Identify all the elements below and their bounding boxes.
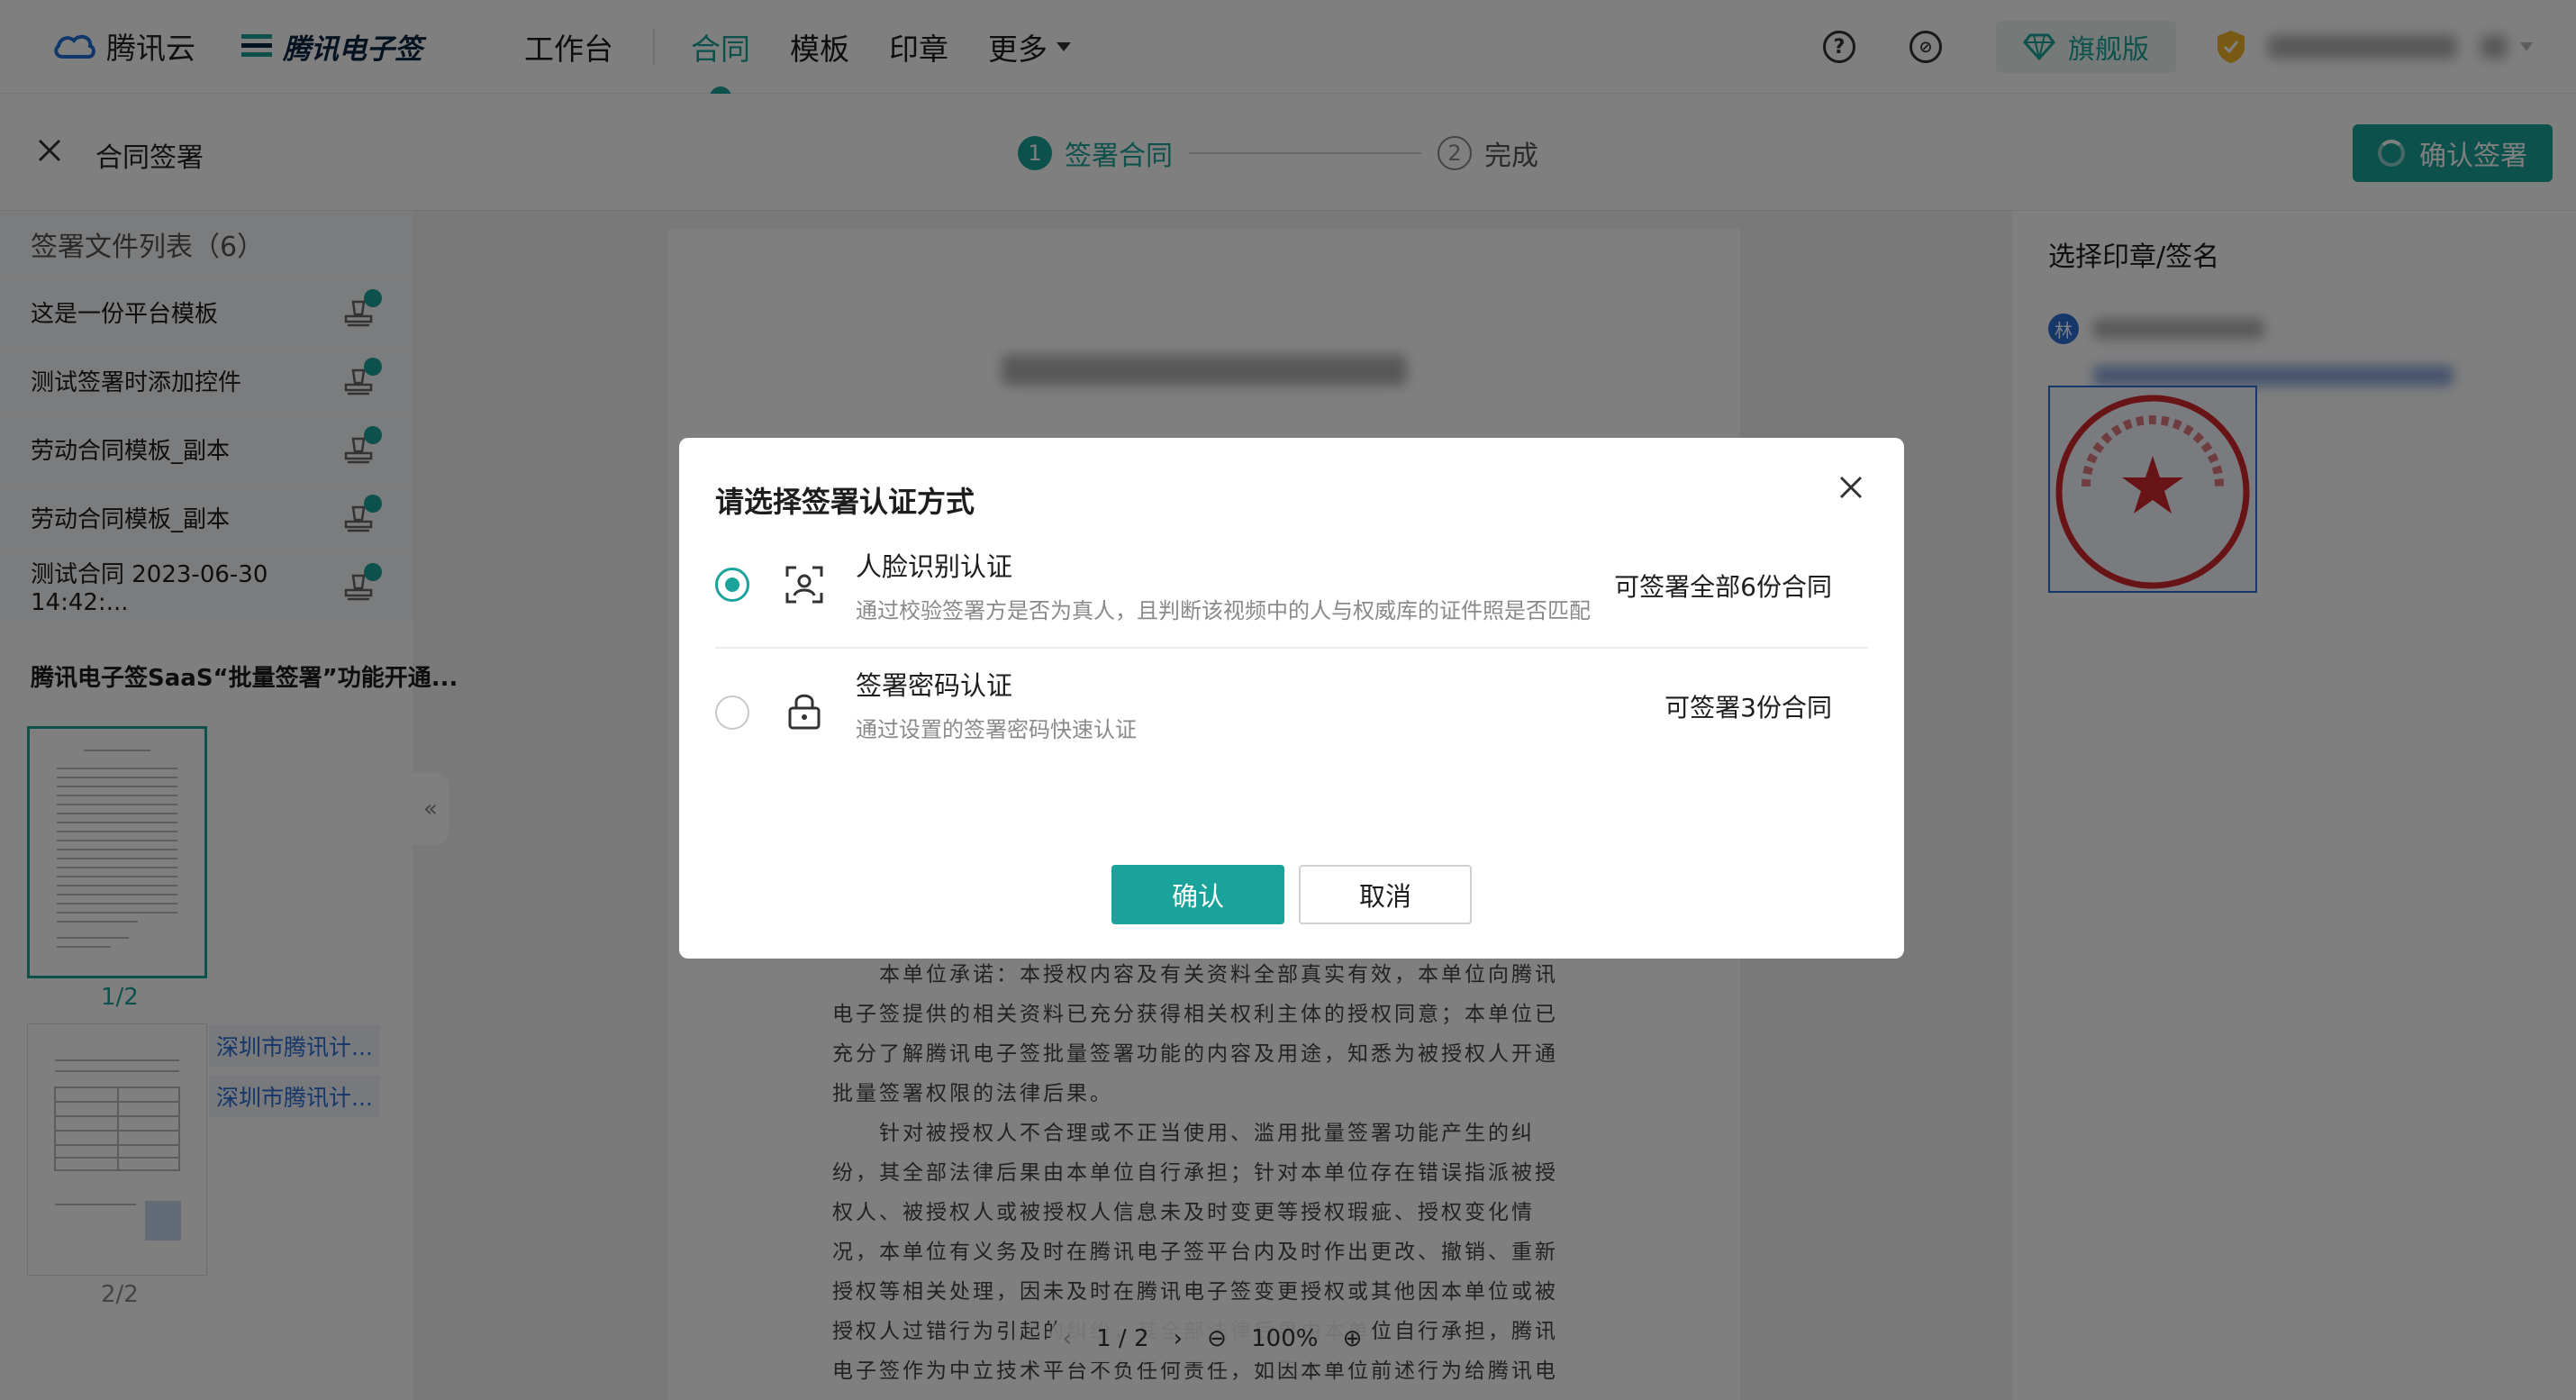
auth-method-dialog: 请选择签署认证方式 人脸识别认证 通过校验签署方是否为真人，且判断该视频中的人与…	[679, 438, 1904, 959]
face-auth-desc: 通过校验签署方是否为真人，且判断该视频中的人与权威库的证件照是否匹配	[856, 598, 1591, 623]
auth-option-face[interactable]: 人脸识别认证 通过校验签署方是否为真人，且判断该视频中的人与权威库的证件照是否匹…	[715, 521, 1868, 649]
dialog-title: 请选择签署认证方式	[715, 485, 975, 519]
face-scan-icon	[785, 566, 823, 604]
face-auth-label: 人脸识别认证	[856, 551, 1013, 582]
password-auth-radio[interactable]	[715, 695, 749, 730]
lock-icon	[788, 694, 821, 730]
cancel-button[interactable]: 取消	[1299, 865, 1472, 924]
confirm-button[interactable]: 确认	[1111, 865, 1284, 924]
close-icon[interactable]	[1837, 474, 1864, 501]
auth-option-password[interactable]: 签署密码认证 通过设置的签署密码快速认证 可签署3份合同	[715, 650, 1868, 778]
password-auth-label: 签署密码认证	[856, 670, 1013, 701]
face-auth-radio[interactable]	[715, 568, 749, 602]
password-auth-count: 可签署3份合同	[1664, 693, 1832, 723]
password-auth-desc: 通过设置的签署密码快速认证	[856, 717, 1137, 742]
face-auth-count: 可签署全部6份合同	[1614, 572, 1832, 602]
